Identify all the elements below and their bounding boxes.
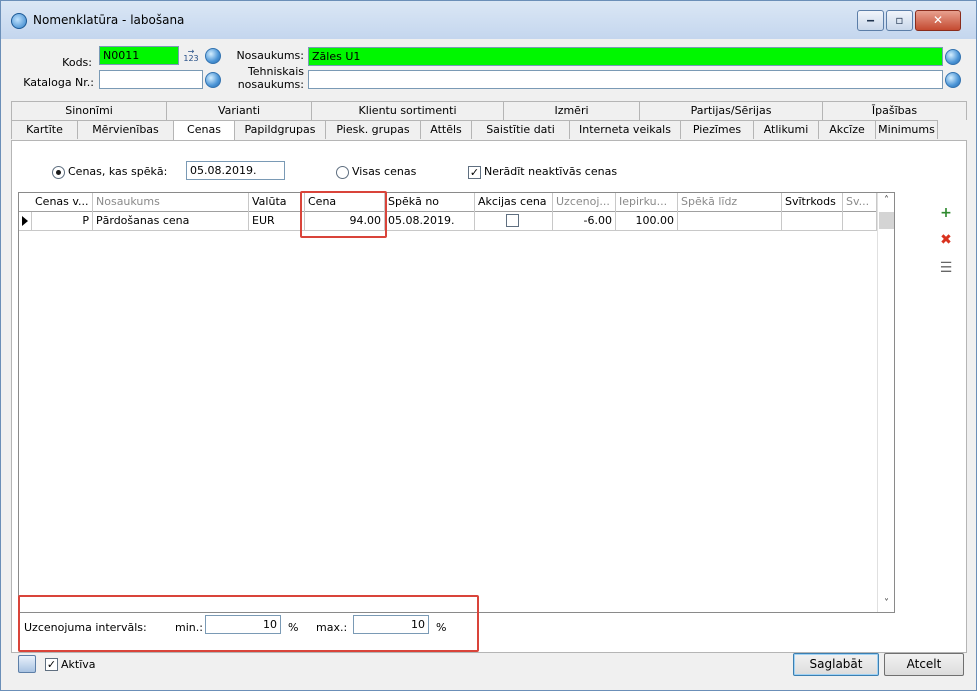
tab-atlikumi[interactable]: Atlikumi xyxy=(753,120,819,139)
maximize-button[interactable]: ▫ xyxy=(886,10,913,31)
column-header[interactable]: Uzcenoj... xyxy=(553,193,616,212)
column-header[interactable]: Akcijas cena xyxy=(475,193,553,212)
maximize-icon: ▫ xyxy=(895,13,904,27)
cell-name[interactable]: Pārdošanas cena xyxy=(93,212,249,231)
tab-attels[interactable]: Attēls xyxy=(420,120,472,139)
prices-grid[interactable]: Cenas v... Nosaukums Valūta Cena Spēkā n… xyxy=(18,192,895,613)
promo-price-checkbox[interactable] xyxy=(506,214,519,227)
print-icon[interactable] xyxy=(18,655,36,673)
grid-header: Cenas v... Nosaukums Valūta Cena Spēkā n… xyxy=(19,193,894,212)
sequence-number-icon[interactable]: → 123 xyxy=(180,48,202,64)
column-header[interactable]: Valūta xyxy=(249,193,305,212)
cell-currency[interactable]: EUR xyxy=(249,212,305,231)
cell-extra[interactable] xyxy=(843,212,877,231)
cell-valid-from[interactable]: 05.08.2019. xyxy=(385,212,475,231)
tab-interneta-veikals[interactable]: Interneta veikals xyxy=(569,120,681,139)
column-header[interactable]: Cenas v... xyxy=(32,193,93,212)
column-header[interactable]: Spēkā no xyxy=(385,193,475,212)
active-label: Aktīva xyxy=(61,658,96,671)
valid-date-field[interactable]: 05.08.2019. xyxy=(186,161,285,180)
active-checkbox[interactable]: ✓ xyxy=(45,658,58,671)
table-row[interactable]: P Pārdošanas cena EUR 94.00 05.08.2019. … xyxy=(19,212,894,231)
tab-saistitie-dati[interactable]: Saistītie dati xyxy=(471,120,570,139)
close-button[interactable]: ✕ xyxy=(915,10,961,31)
hide-inactive-label: Nerādīt neaktīvās cenas xyxy=(484,165,618,178)
scroll-down-icon[interactable]: ˅ xyxy=(878,598,895,609)
minimize-icon: ‒ xyxy=(866,13,875,27)
tab-piezimes[interactable]: Piezīmes xyxy=(680,120,754,139)
radio-all-prices-label: Visas cenas xyxy=(352,165,417,178)
cancel-button[interactable]: Atcelt xyxy=(884,653,964,676)
column-header[interactable]: Svītrkods xyxy=(782,193,843,212)
nosaukums-field[interactable]: Zāles U1 xyxy=(308,47,943,66)
kataloga-globe-icon[interactable] xyxy=(205,72,221,88)
dialog-body: Kods: N0011 → 123 Kataloga Nr.: Nosaukum… xyxy=(8,39,970,684)
window-title: Nomenklatūra - labošana xyxy=(33,13,185,27)
tab-varianti[interactable]: Varianti xyxy=(166,101,312,120)
save-button[interactable]: Saglabāt xyxy=(793,653,879,676)
window: Nomenklatūra - labošana ‒ ▫ ✕ Kods: N001… xyxy=(0,0,977,691)
tehniskais-field[interactable] xyxy=(308,70,943,89)
tab-klientu-sortimenti[interactable]: Klientu sortimenti xyxy=(311,101,504,120)
kataloga-label: Kataloga Nr.: xyxy=(23,76,94,89)
columns-icon[interactable]: ☰ xyxy=(938,260,954,276)
annotation-markup-highlight xyxy=(18,595,479,652)
radio-all-prices[interactable] xyxy=(336,166,349,179)
tab-izmeri[interactable]: Izmēri xyxy=(503,101,640,120)
app-icon xyxy=(11,13,27,29)
kods-field[interactable]: N0011 xyxy=(99,46,179,65)
radio-valid-prices-label: Cenas, kas spēkā: xyxy=(68,165,168,178)
scroll-thumb[interactable] xyxy=(879,212,894,229)
tehniskais-label-2: nosaukums: xyxy=(237,78,304,91)
tab-row-bottom: Kartīte Mērvienības Cenas Papildgrupas P… xyxy=(11,120,938,140)
minimize-button[interactable]: ‒ xyxy=(857,10,884,31)
cell-markup[interactable]: -6.00 xyxy=(553,212,616,231)
cell-valid-to[interactable] xyxy=(678,212,782,231)
close-icon: ✕ xyxy=(932,13,944,27)
title-bar: Nomenklatūra - labošana ‒ ▫ ✕ xyxy=(1,1,976,39)
tab-ipasibas[interactable]: Īpašības xyxy=(822,101,967,120)
column-header[interactable]: Sv... xyxy=(843,193,877,212)
hide-inactive-checkbox[interactable]: ✓ xyxy=(468,166,481,179)
tab-partijas-serijas[interactable]: Partijas/Sērijas xyxy=(639,101,823,120)
delete-price-icon[interactable]: ✖ xyxy=(938,232,954,248)
kods-label: Kods: xyxy=(62,56,92,69)
tab-cenas[interactable]: Cenas xyxy=(173,120,235,140)
cell-promo[interactable] xyxy=(475,212,553,231)
cell-barcode[interactable] xyxy=(782,212,843,231)
kods-globe-icon[interactable] xyxy=(205,48,221,64)
nosaukums-label: Nosaukums: xyxy=(236,49,304,62)
column-header[interactable]: Iepirku... xyxy=(616,193,678,212)
tab-sinonimi[interactable]: Sinonīmi xyxy=(11,101,167,120)
kataloga-field[interactable] xyxy=(99,70,203,89)
tab-piesk-grupas[interactable]: Piesk. grupas xyxy=(325,120,421,139)
tab-mervienibas[interactable]: Mērvienības xyxy=(77,120,174,139)
column-header[interactable]: Nosaukums xyxy=(93,193,249,212)
tab-minimums[interactable]: Minimums xyxy=(875,120,938,139)
scroll-up-icon[interactable]: ˄ xyxy=(878,195,895,206)
tab-akcize[interactable]: Akcīze xyxy=(818,120,876,139)
cell-purchase[interactable]: 100.00 xyxy=(616,212,678,231)
column-header[interactable]: Spēkā līdz xyxy=(678,193,782,212)
tehniskais-globe-icon[interactable] xyxy=(945,72,961,88)
radio-valid-prices[interactable] xyxy=(52,166,65,179)
tab-kartite[interactable]: Kartīte xyxy=(11,120,78,139)
nosaukums-globe-icon[interactable] xyxy=(945,49,961,65)
annotation-price-highlight xyxy=(300,191,387,238)
tehniskais-label-1: Tehniskais xyxy=(247,65,304,78)
cell-type[interactable]: P xyxy=(32,212,93,231)
tab-row-top: Sinonīmi Varianti Klientu sortimenti Izm… xyxy=(11,101,967,120)
tab-papildgrupas[interactable]: Papildgrupas xyxy=(234,120,326,139)
add-price-icon[interactable]: + xyxy=(938,205,954,221)
grid-scrollbar[interactable]: ˄ ˅ xyxy=(877,193,894,612)
